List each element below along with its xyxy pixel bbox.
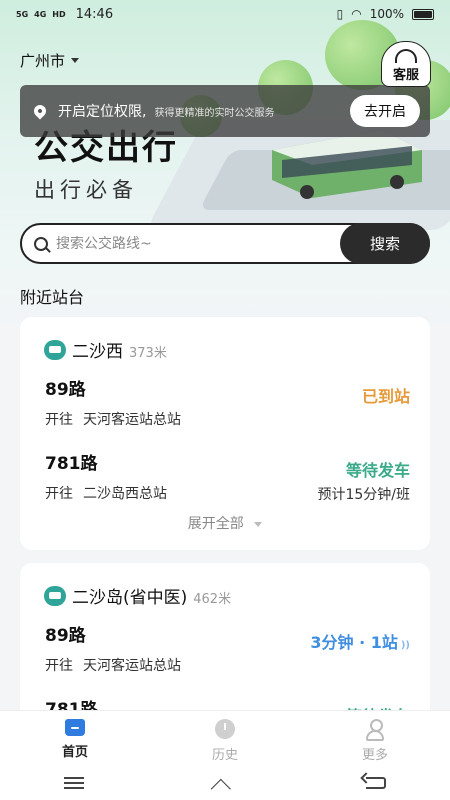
tab-label: 历史 (211, 748, 238, 763)
vibrate-icon: ▯ (336, 7, 344, 21)
route-row[interactable]: 89路 开往 天河客运站总站 已到站 (45, 375, 410, 429)
enable-location-button[interactable]: 去开启 (350, 95, 420, 127)
location-permission-banner: 开启定位权限, 获得更精准的实时公交服务 去开启 (20, 85, 430, 137)
direction-label: 开往 (45, 412, 73, 428)
route-direction: 开往 天河客运站总站 (45, 409, 410, 429)
stop-name: 二沙岛(省中医) (72, 588, 188, 608)
route-row[interactable]: 89路 开往 天河客运站总站 3分钟 · 1站)) (45, 621, 410, 675)
stop-card[interactable]: 二沙岛(省中医) 462米 89路 开往天河客运站总站 3分钟 · 1站)) 7… (20, 563, 430, 733)
search-icon (34, 236, 48, 251)
direction-label: 开往 (45, 658, 73, 674)
tab-home[interactable]: 首页 (0, 711, 150, 765)
home-nav-icon[interactable] (211, 777, 239, 789)
customer-service-button[interactable]: 客服 (381, 41, 431, 87)
stop-name: 二沙西 (72, 342, 123, 362)
signal-4g: 4G (34, 9, 47, 19)
route-status: 3分钟 · 1站)) (310, 629, 410, 653)
route-destination: 天河客运站总站 (83, 412, 181, 428)
search-bar: 搜索 (20, 223, 430, 264)
menu-icon[interactable] (63, 776, 84, 789)
system-nav-bar (0, 765, 450, 800)
back-icon[interactable] (366, 776, 387, 789)
route-name: 89路 (45, 380, 86, 400)
stop-header: 二沙西 373米 (44, 337, 167, 362)
route-destination: 二沙岛西总站 (83, 486, 167, 502)
chevron-down-icon (254, 521, 263, 527)
bus-stop-icon (44, 586, 66, 606)
location-banner-desc: 获得更精准的实时公交服务 (154, 107, 275, 119)
tab-history[interactable]: 历史 (150, 711, 300, 765)
city-selector[interactable]: 广州市 (20, 50, 80, 71)
stop-card[interactable]: 二沙西 373米 89路 开往 天河客运站总站 已到站 781路 开往 二沙岛西总站… (20, 317, 430, 550)
direction-label: 开往 (45, 486, 73, 502)
headset-icon (395, 49, 417, 63)
city-name: 广州市 (20, 52, 66, 70)
route-destination: 天河客运站总站 (83, 658, 181, 674)
location-pin-icon (31, 102, 49, 120)
expand-all-label: 展开全部 (187, 516, 244, 532)
user-icon (366, 719, 384, 741)
stop-header: 二沙岛(省中医) 462米 (44, 583, 231, 608)
stop-distance: 373米 (129, 346, 167, 361)
status-bar: 5G 4G HD 14:46 ▯ ◠ 100% (0, 0, 450, 28)
route-direction: 开往 天河客运站总站 (45, 655, 410, 675)
expand-all-button[interactable]: 展开全部 (20, 513, 430, 533)
signal-5g: 5G (16, 9, 29, 19)
route-row[interactable]: 781路 开往 二沙岛西总站 等待发车 预计15分钟/班 (45, 449, 410, 503)
customer-service-label: 客服 (392, 68, 419, 83)
battery-icon (412, 8, 434, 20)
stop-distance: 462米 (193, 592, 232, 607)
route-status: 已到站 (361, 387, 410, 406)
clock-time: 14:46 (75, 6, 114, 22)
tab-more[interactable]: 更多 (300, 711, 450, 765)
chevron-down-icon (71, 58, 80, 63)
hd-indicator: HD (52, 9, 66, 19)
clock-icon (215, 719, 235, 739)
route-eta: 3分钟 · 1站 (310, 633, 398, 652)
battery-percent: 100% (369, 7, 404, 21)
tab-label: 首页 (61, 745, 88, 760)
bottom-tab-bar: 首页 历史 更多 (0, 710, 450, 765)
wifi-icon: ◠ (351, 7, 362, 21)
search-button[interactable]: 搜索 (340, 223, 430, 264)
bus-stop-icon (44, 340, 66, 360)
realtime-signal-icon: )) (400, 640, 410, 651)
route-frequency: 预计15分钟/班 (317, 487, 410, 503)
nearby-section-title: 附近站台 (20, 288, 85, 307)
location-banner-title: 开启定位权限, (58, 104, 147, 120)
route-status: 等待发车 (345, 461, 410, 480)
tab-label: 更多 (361, 748, 388, 763)
page-subtitle: 出行必备 (34, 178, 138, 202)
home-icon (65, 719, 85, 736)
